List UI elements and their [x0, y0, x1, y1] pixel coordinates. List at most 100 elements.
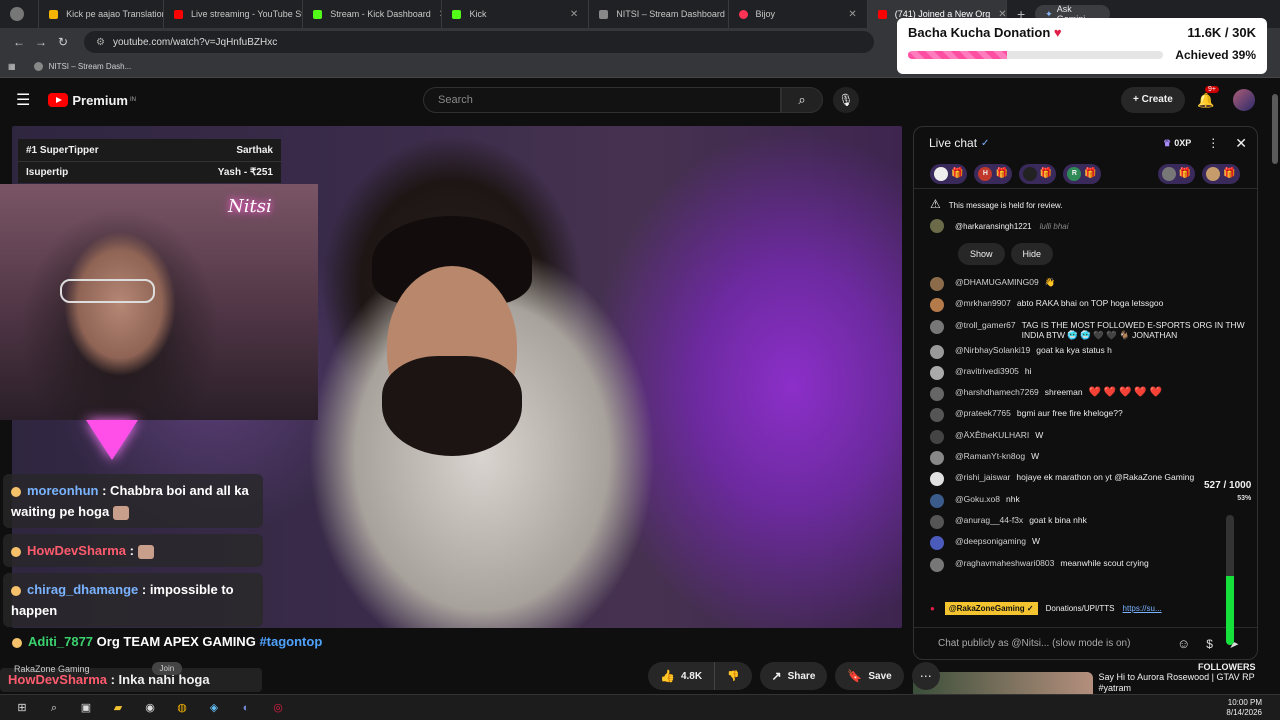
xp-badge[interactable]: ♛ 0XP — [1163, 138, 1191, 149]
chat-author[interactable]: @deepsonigaming — [955, 536, 1026, 546]
chat-message[interactable]: @deepsonigaming W — [930, 532, 1257, 553]
chat-message[interactable]: @NirbhaySolanki19 goat ka kya status h — [930, 341, 1257, 362]
avatar[interactable] — [930, 319, 944, 334]
chat-message[interactable]: @mrkhan9907 abto RAKA bhai on TOP hoga le… — [930, 294, 1257, 315]
search-icon[interactable]: ⌕ — [781, 87, 823, 113]
dislike-button[interactable]: 👎 — [714, 662, 751, 690]
tab-1[interactable]: Kick pe aajao Translation✕ — [39, 0, 165, 28]
avatar[interactable] — [930, 429, 944, 444]
chat-message[interactable]: @raghavmaheshwari0803 meanwhile scout cry… — [930, 554, 1257, 575]
chat-message[interactable]: @ravitrivedi3905 hi — [930, 362, 1257, 383]
avatar[interactable] — [930, 365, 944, 380]
site-info-icon[interactable]: ⚙ — [96, 37, 105, 48]
chat-author[interactable]: @anurag__44-f3x — [955, 515, 1023, 525]
file-explorer-icon[interactable]: ▰ — [110, 700, 126, 716]
chat-author[interactable]: @mrkhan9907 — [955, 298, 1011, 308]
windows-start-icon[interactable]: ⊞ — [14, 700, 30, 716]
reload-icon[interactable]: ↻ — [52, 35, 74, 49]
show-button[interactable]: Show — [958, 243, 1005, 265]
avatar[interactable] — [930, 408, 944, 423]
chat-input[interactable]: Chat publicly as @Nitsi... (slow mode is… — [914, 627, 1257, 659]
system-clock[interactable]: 10:00 PM 8/14/2026 — [1226, 698, 1262, 718]
avatar[interactable] — [930, 557, 944, 572]
avatar[interactable] — [930, 472, 944, 487]
tab-6[interactable]: Bijoy ✕ — [729, 0, 868, 28]
chrome-icon[interactable]: ◍ — [174, 700, 190, 716]
microphone-icon[interactable]: 🎙 — [833, 87, 859, 113]
tab-4[interactable]: Kick ✕ — [442, 0, 590, 28]
close-icon[interactable]: ✕ — [431, 9, 442, 20]
pinned-link[interactable]: https://su... — [1123, 604, 1162, 613]
chat-author[interactable]: @rishi_jaiswar — [955, 472, 1010, 482]
page-scrollbar[interactable] — [1270, 80, 1280, 694]
gift-chip[interactable]: R 🎁 — [1063, 163, 1101, 184]
avatar[interactable] — [930, 536, 944, 551]
chat-author[interactable]: @DHAMUGAMING09 — [955, 277, 1039, 287]
profile-avatar[interactable] — [0, 0, 40, 28]
chat-menu-icon[interactable]: ⋮ — [1207, 136, 1219, 150]
create-button[interactable]: + Create — [1121, 87, 1185, 113]
chat-author[interactable]: @troll_gamer67 — [955, 320, 1016, 330]
gift-chip[interactable]: H 🎁 — [974, 163, 1012, 184]
chat-message[interactable]: @harshdhamech7269 shreeman ❤️ ❤️ ❤️ ❤️ ❤️ — [930, 383, 1257, 404]
tab-5[interactable]: NITSI – Stream Dashboard✕ — [589, 0, 729, 28]
search-input[interactable]: Search — [423, 87, 781, 113]
tab-3[interactable]: Stream - Kick Dashboard✕ — [303, 0, 443, 28]
chat-message-list[interactable]: @DHAMUGAMING09 👋 @mrkhan9907 abto RAKA bhai… — [914, 273, 1257, 575]
chat-author[interactable]: @NirbhaySolanki19 — [955, 345, 1030, 355]
forward-icon[interactable]: → — [30, 35, 52, 49]
chat-author[interactable]: @ravitrivedi3905 — [955, 366, 1019, 376]
gift-chip[interactable]: 🎁 — [1157, 163, 1196, 184]
chat-message[interactable]: @DHAMUGAMING09 👋 — [930, 273, 1257, 294]
chat-author[interactable]: @prateek7765 — [955, 408, 1011, 418]
menu-icon[interactable]: ☰ — [16, 90, 30, 110]
save-button[interactable]: 🔖 Save — [835, 662, 904, 690]
gift-chip[interactable]: 🎁 — [930, 163, 968, 184]
youtube-premium-logo[interactable]: Premium IN — [48, 93, 136, 108]
hide-button[interactable]: Hide — [1010, 243, 1054, 265]
bookmark-item[interactable]: NITSI – Stream Dash... — [33, 62, 131, 71]
emoji-icon[interactable]: ☺ — [1177, 636, 1190, 651]
avatar[interactable] — [930, 514, 944, 529]
close-icon[interactable]: ✕ — [1235, 135, 1247, 152]
account-avatar[interactable] — [1233, 89, 1255, 111]
search-icon[interactable]: ⌕ — [46, 700, 62, 716]
like-button[interactable]: 👍 4.8K — [648, 662, 714, 690]
chat-message[interactable]: @troll_gamer67 TAG IS THE MOST FOLLOWED E… — [930, 316, 1257, 341]
chat-message[interactable]: @anurag__44-f3x goat k bina nhk — [930, 511, 1257, 532]
chat-message[interactable]: @prateek7765 bgmi aur free fire kheloge?? — [930, 404, 1257, 425]
avatar[interactable] — [930, 344, 944, 359]
avatar[interactable] — [930, 387, 944, 402]
chat-author[interactable]: @raghavmaheshwari0803 — [955, 558, 1054, 568]
live-chat-title[interactable]: Live chat — [929, 136, 977, 150]
more-icon[interactable]: ⋯ — [911, 662, 940, 690]
chat-author[interactable]: @harshdhamech7269 — [955, 387, 1039, 397]
discord-icon[interactable]: ◐ — [238, 700, 254, 716]
chat-message[interactable]: @ÄXÊtheKULHARI W — [930, 426, 1257, 447]
steam-icon[interactable]: ◈ — [206, 700, 222, 716]
close-icon[interactable]: ✕ — [840, 9, 856, 20]
avatar[interactable] — [930, 298, 944, 313]
close-icon[interactable]: ✕ — [562, 9, 578, 20]
tab-2[interactable]: Live streaming - YouTube Studio✕ — [164, 0, 304, 28]
scrollbar-thumb[interactable] — [1272, 94, 1278, 164]
chat-message[interactable]: @RamanYt-kn8og W — [930, 447, 1257, 468]
avatar[interactable] — [930, 451, 944, 466]
back-icon[interactable]: ← — [8, 35, 30, 49]
url-field[interactable]: ⚙ youtube.com/watch?v=JqHnfuBZHxc — [84, 31, 874, 53]
chat-author[interactable]: @Goku.xo8 — [955, 494, 1000, 504]
share-button[interactable]: ↗ Share — [759, 662, 828, 690]
chat-author[interactable]: @RamanYt-kn8og — [955, 451, 1025, 461]
avatar[interactable] — [930, 277, 944, 291]
apps-grid-icon[interactable]: ▦ — [8, 62, 16, 71]
join-button[interactable]: Join — [151, 662, 183, 675]
app-icon[interactable]: ◎ — [270, 700, 286, 716]
pinned-message[interactable]: ● @RakaZoneGaming ✓ Donations/UPI/TTS ht… — [914, 597, 1257, 619]
task-view-icon[interactable]: ▣ — [78, 700, 94, 716]
avatar[interactable] — [930, 493, 944, 508]
super-chat-icon[interactable]: $ — [1206, 637, 1213, 651]
gift-chip[interactable]: 🎁 — [1202, 163, 1240, 184]
notifications-bell-icon[interactable]: 🔔 9+ — [1197, 85, 1219, 109]
obs-icon[interactable]: ◉ — [142, 700, 158, 716]
chat-author[interactable]: @ÄXÊtheKULHARI — [955, 430, 1029, 440]
